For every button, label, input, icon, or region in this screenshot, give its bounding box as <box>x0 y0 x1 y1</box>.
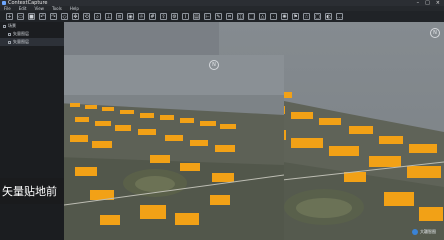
point-icon[interactable]: · <box>270 13 277 20</box>
mesh-icon[interactable]: △ <box>259 13 266 20</box>
view-icon[interactable]: ◫ <box>237 13 244 20</box>
layer-icon[interactable]: ≡ <box>116 13 123 20</box>
sun-icon[interactable]: ✺ <box>281 13 288 20</box>
open-icon[interactable]: ▭ <box>17 13 24 20</box>
tree-item-label: 场景 <box>8 23 16 28</box>
viewport-before[interactable] <box>64 55 284 240</box>
toolbar: + ▭ ■ ↶ ↷ ◇ ✥ ⟲ ⌕ ⊥ ≡ ◉ ☼ # ⇪ ⚙ i ▤ ⊢ ✎ … <box>0 11 444 22</box>
app-logo-icon <box>2 1 6 5</box>
render-icon[interactable]: ◐ <box>325 13 332 20</box>
tree-item-label: 矢量图层 <box>13 31 29 36</box>
info-icon[interactable]: i <box>182 13 189 20</box>
flag-icon[interactable]: ⚑ <box>292 13 299 20</box>
watermark: 大疆智图 <box>412 229 436 235</box>
export-icon[interactable]: ⇪ <box>160 13 167 20</box>
redo-icon[interactable]: ↷ <box>50 13 57 20</box>
scene-before-render <box>64 55 284 240</box>
compass-icon-left[interactable]: N <box>209 60 219 70</box>
checkbox-icon[interactable] <box>8 40 11 44</box>
tree-root-scene[interactable]: 场景 <box>0 22 64 30</box>
camera-icon[interactable]: ◉ <box>127 13 134 20</box>
select-icon[interactable]: ◇ <box>61 13 68 20</box>
frame-icon[interactable]: ⬚ <box>248 13 255 20</box>
undo-icon[interactable]: ↶ <box>39 13 46 20</box>
watermark-text: 大疆智图 <box>420 229 436 234</box>
light-icon[interactable]: ☼ <box>138 13 145 20</box>
zoom-icon[interactable]: ⌕ <box>94 13 101 20</box>
draw-icon[interactable]: ✎ <box>215 13 222 20</box>
scene-tree-panel: 场景 矢量图层 矢量图层 <box>0 22 65 240</box>
3d-viewport[interactable]: N N <box>64 22 444 240</box>
ruler-icon[interactable]: ⊢ <box>204 13 211 20</box>
checkbox-icon[interactable] <box>8 32 11 36</box>
tree-item-label: 矢量图层 <box>13 39 29 44</box>
save-icon[interactable]: ■ <box>28 13 35 20</box>
checkbox-icon[interactable] <box>3 24 6 28</box>
move-icon[interactable]: ✥ <box>72 13 79 20</box>
more-icon[interactable]: … <box>336 13 343 20</box>
clip-icon[interactable]: ⌗ <box>226 13 233 20</box>
rotate-icon[interactable]: ⟲ <box>83 13 90 20</box>
settings-icon[interactable]: ⚙ <box>171 13 178 20</box>
box-icon[interactable]: ▢ <box>314 13 321 20</box>
tree-item-vector-layer-2[interactable]: 矢量图层 <box>0 38 64 46</box>
compass-icon-right[interactable]: N <box>430 28 440 38</box>
star-icon[interactable]: ☆ <box>303 13 310 20</box>
grid-icon[interactable]: # <box>149 13 156 20</box>
watermark-logo-icon <box>412 229 418 235</box>
caption-before: 矢量贴地前 <box>0 178 64 204</box>
new-icon[interactable]: + <box>6 13 13 20</box>
measure-icon[interactable]: ⊥ <box>105 13 112 20</box>
tree-item-vector-layer-1[interactable]: 矢量图层 <box>0 30 64 38</box>
chart-icon[interactable]: ▤ <box>193 13 200 20</box>
